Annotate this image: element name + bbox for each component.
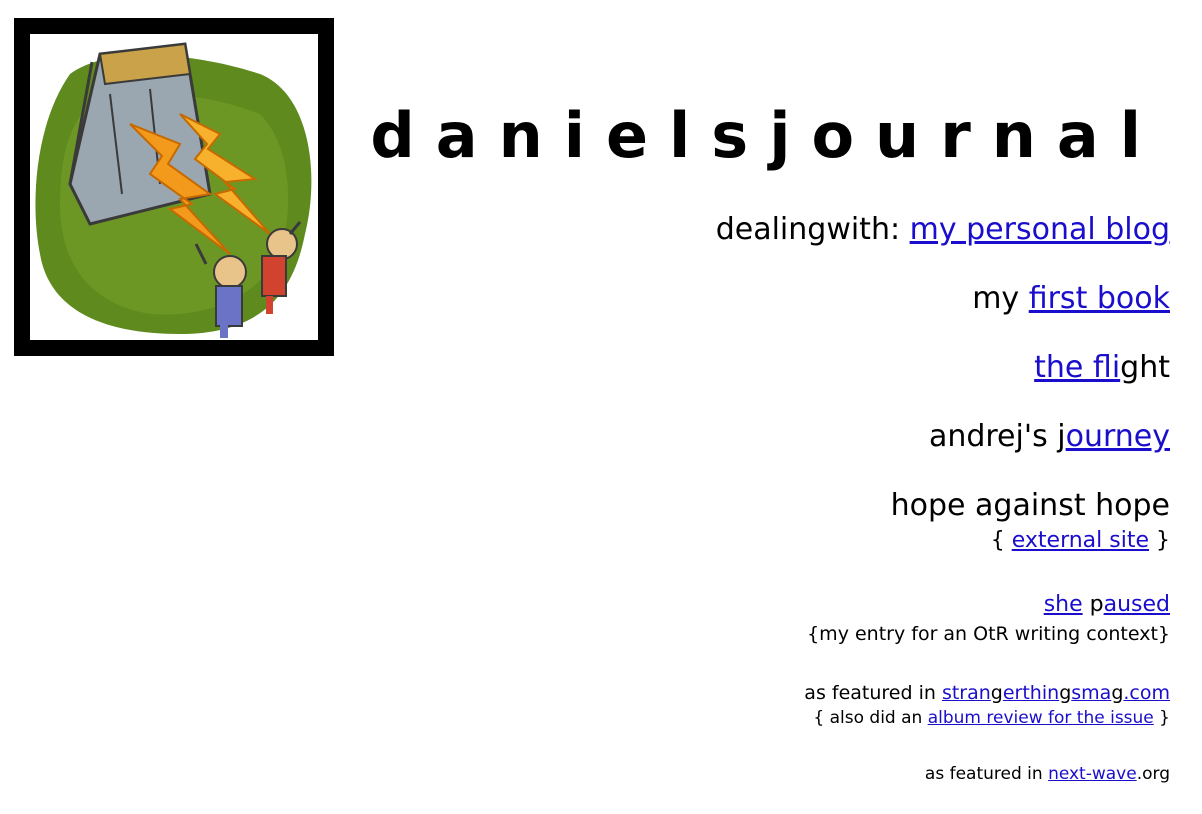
nav-item-journey: andrej's journey: [929, 419, 1170, 455]
link-personal-blog[interactable]: my personal blog: [910, 212, 1170, 247]
featured-prefix: as featured in: [804, 682, 942, 704]
brace-close: }: [1149, 528, 1170, 553]
note-suffix: }: [1153, 708, 1170, 728]
nav-item-hope-external: { external site }: [991, 528, 1170, 554]
nextwave-suffix: .org: [1136, 764, 1170, 784]
link-strangerthings-seg5[interactable]: sma: [1071, 682, 1111, 704]
plain-g-2: g: [1059, 682, 1072, 704]
link-next-wave[interactable]: next-wave: [1048, 764, 1137, 784]
link-external-site[interactable]: external site: [1012, 528, 1149, 553]
note-prefix: { also did an: [813, 708, 928, 728]
site-title: danielsjournal: [370, 99, 1162, 172]
plain-g-3: g: [1111, 682, 1124, 704]
nav-item-nextwave: as featured in next-wave.org: [925, 763, 1170, 785]
nav-mid-paused: p: [1082, 592, 1104, 617]
link-she[interactable]: she: [1044, 592, 1083, 617]
featured-prefix-nextwave: as featured in: [924, 764, 1049, 784]
nav-prefix-journey: andrej's j: [928, 419, 1066, 454]
book-lightning-illustration: [35, 42, 312, 338]
nav-suffix-flight: ght: [1120, 350, 1170, 385]
brace-open: {: [990, 528, 1012, 553]
nav-item-strangerthings: as featured in strangerthingsmag.com: [804, 681, 1170, 705]
link-aused[interactable]: aused: [1104, 592, 1170, 617]
nav-item-paused: she paused: [1044, 592, 1170, 618]
site-logo: [14, 18, 334, 356]
nav-prefix-book: my: [972, 281, 1029, 316]
nav-prefix-blog: dealingwith:: [715, 212, 910, 247]
link-strangerthings-seg7[interactable]: .com: [1123, 682, 1170, 704]
nav-item-hope-title: hope against hope: [890, 488, 1170, 523]
nav-item-blog: dealingwith: my personal blog: [716, 212, 1170, 248]
link-the-flight[interactable]: the fli: [1034, 350, 1120, 385]
paused-note: {my entry for an OtR writing context}: [807, 623, 1170, 645]
strangerthings-note: { also did an album review for the issue…: [813, 707, 1170, 729]
nav-item-book: my first book: [972, 281, 1170, 317]
link-andrejs-journey[interactable]: ourney: [1066, 419, 1170, 454]
link-strangerthings-seg3[interactable]: erthin: [1003, 682, 1059, 704]
link-album-review[interactable]: album review for the issue: [928, 708, 1154, 728]
link-first-book[interactable]: first book: [1029, 281, 1170, 316]
plain-g-1: g: [990, 682, 1003, 704]
nav-item-flight: the flight: [1034, 350, 1170, 386]
link-strangerthings-seg1[interactable]: stran: [942, 682, 991, 704]
